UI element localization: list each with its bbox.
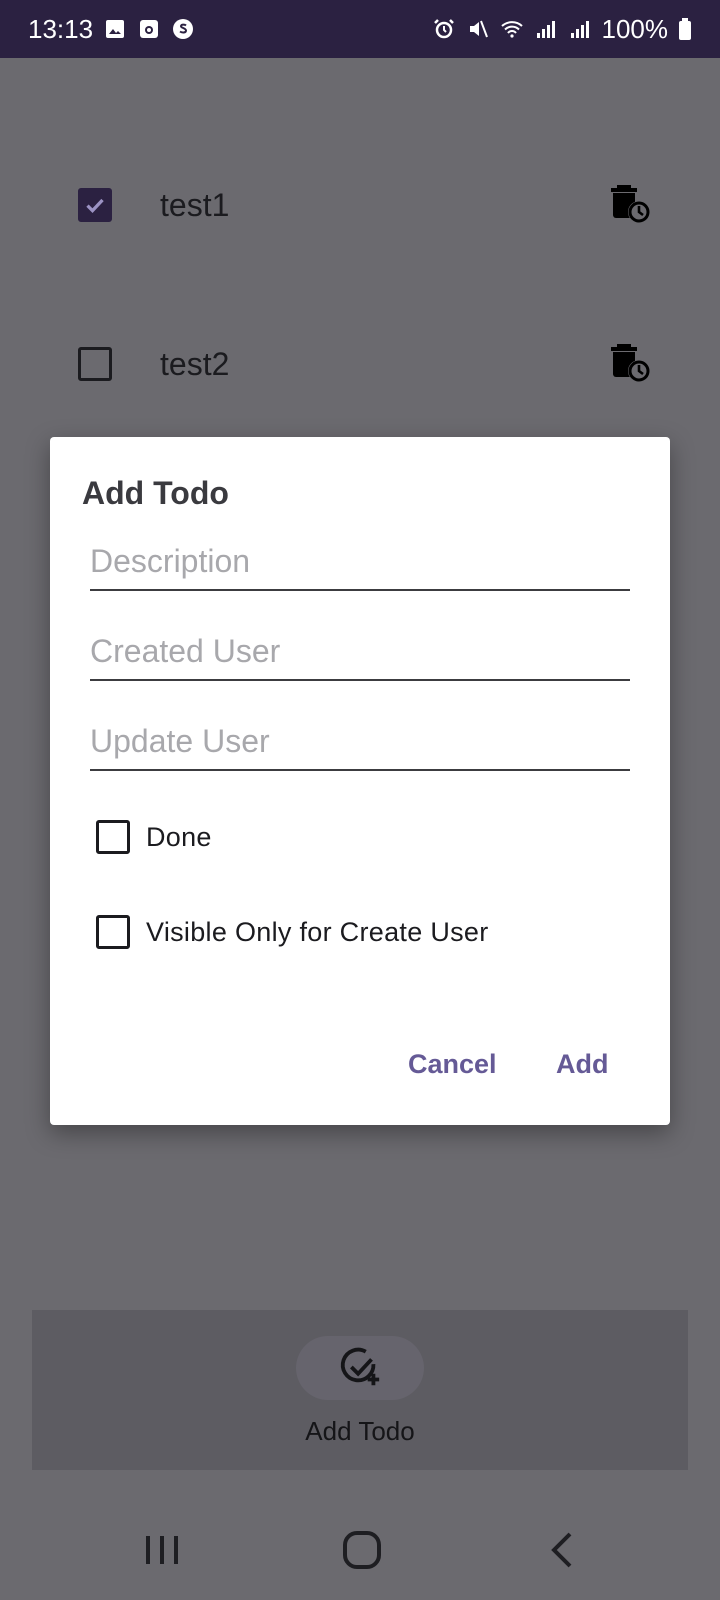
todo-label: test2 [160,345,230,382]
add-todo-button[interactable] [296,1336,424,1400]
delete-later-icon[interactable] [608,181,656,229]
add-button[interactable]: Add [556,1049,608,1080]
todo-checkbox[interactable] [78,347,112,381]
cancel-button[interactable]: Cancel [408,1049,497,1080]
visible-only-checkbox[interactable] [96,915,130,949]
done-checkbox[interactable] [96,820,130,854]
mute-icon [466,17,490,41]
visible-only-label: Visible Only for Create User [146,916,489,947]
s-app-icon [171,17,195,41]
done-checkbox-row[interactable]: Done [96,820,212,854]
visible-only-checkbox-row[interactable]: Visible Only for Create User [96,915,489,949]
add-task-icon [340,1347,380,1386]
todo-item[interactable]: test1 [0,165,720,245]
system-nav-bar [0,1500,720,1600]
delete-later-icon[interactable] [608,340,656,388]
battery-level: 100% [601,13,669,44]
todo-label: test1 [160,186,230,223]
dialog-title: Add Todo [82,475,229,511]
clock: 13:13 [28,13,94,44]
todo-checkbox[interactable] [78,188,112,222]
bottom-action-bar: Add Todo [32,1310,688,1470]
created-user-input[interactable] [90,623,630,679]
battery-icon [678,17,692,41]
camera-icon [137,17,161,41]
description-field[interactable] [90,533,630,591]
done-label: Done [146,821,212,852]
status-bar: 13:13 100% [0,0,720,58]
status-right: 100% [432,14,693,45]
update-user-field[interactable] [90,713,630,771]
back-icon[interactable] [542,1528,586,1572]
gallery-icon [103,17,127,41]
add-todo-dialog: Add Todo Done Visible Only for Create Us… [50,437,670,1125]
created-user-field[interactable] [90,623,630,681]
add-todo-label: Add Todo [305,1416,415,1446]
alarm-icon [432,17,456,41]
signal-icon [534,17,558,41]
update-user-input[interactable] [90,713,630,769]
description-input[interactable] [90,533,630,589]
recent-apps-icon[interactable] [140,1528,184,1572]
todo-item[interactable]: test2 [0,324,720,404]
wifi-icon [500,17,524,41]
home-icon[interactable] [340,1528,384,1572]
status-left: 13:13 [28,14,195,45]
signal-icon [568,17,592,41]
